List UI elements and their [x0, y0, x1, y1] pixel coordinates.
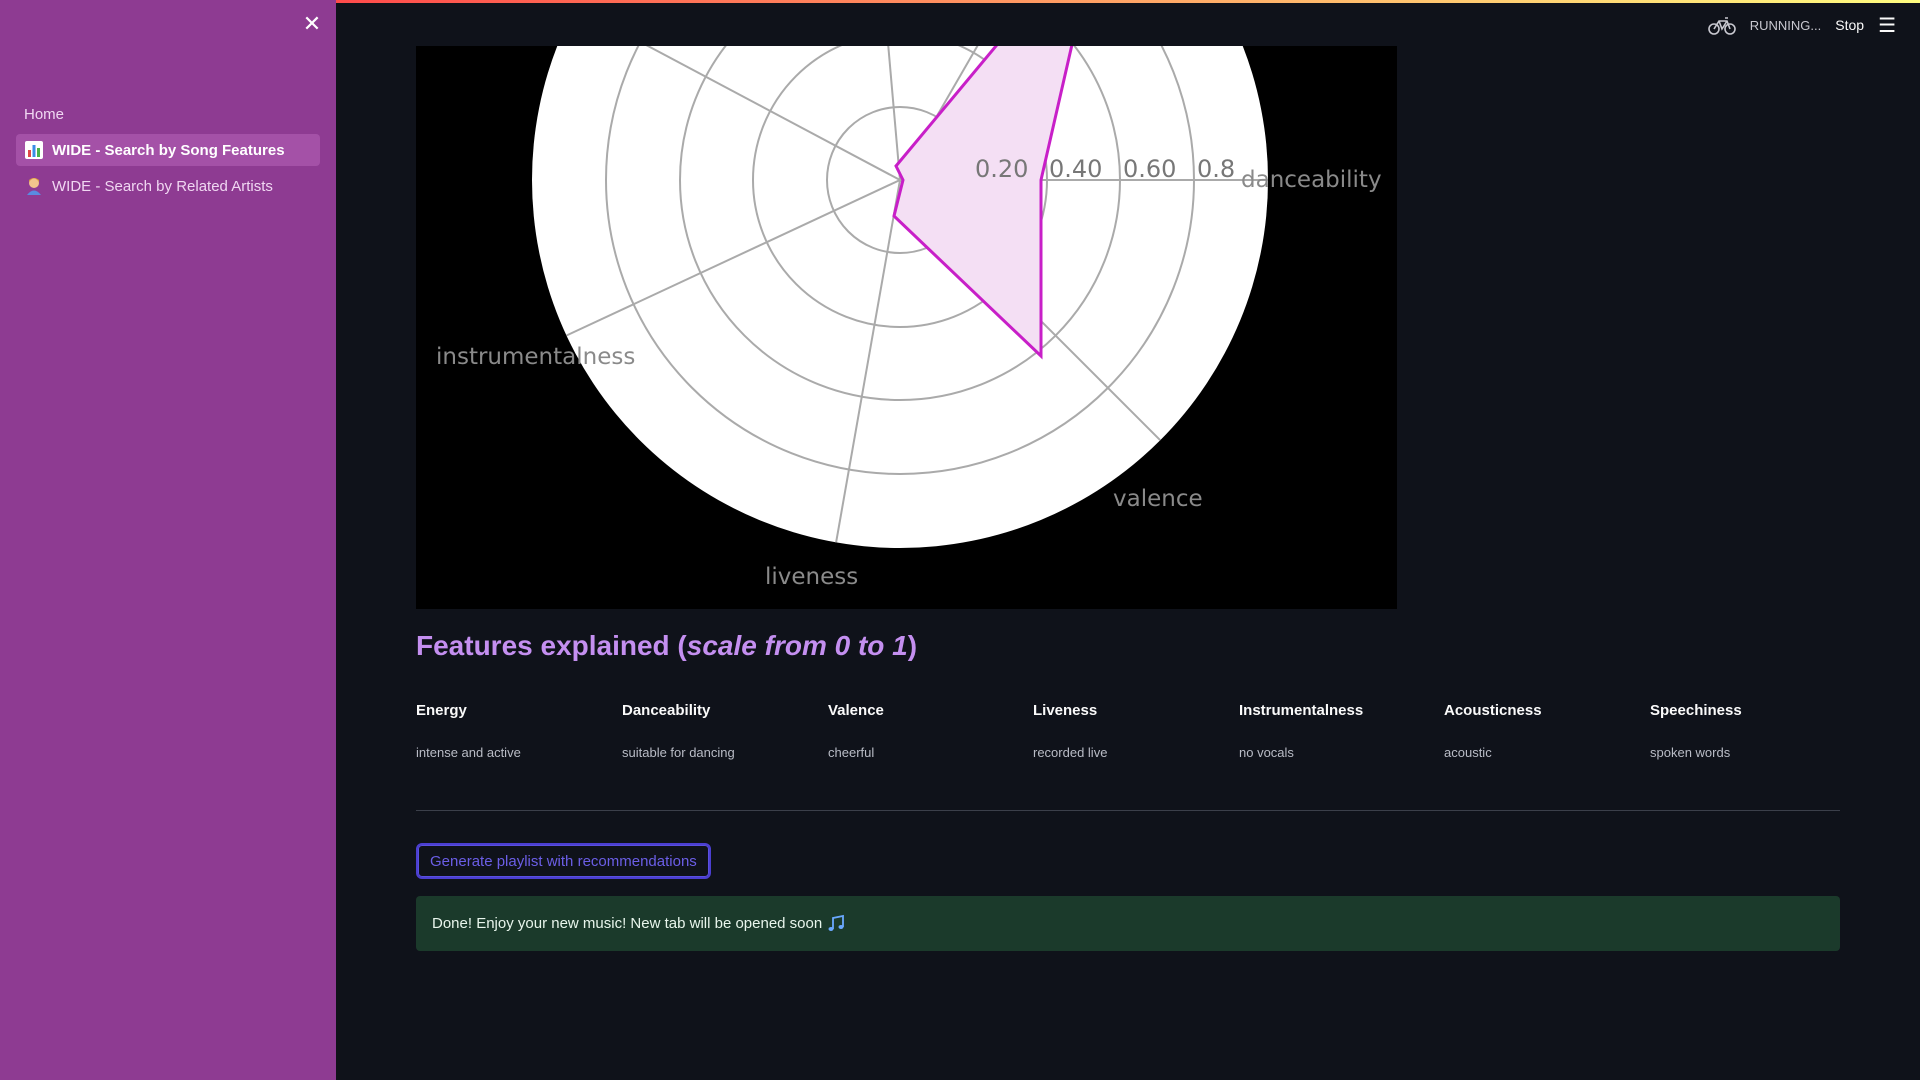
bicycle-icon	[1707, 17, 1736, 35]
feature-desc: intense and active	[416, 745, 521, 760]
feature-instrumentalness: Instrumentalness no vocals	[1239, 702, 1429, 760]
artist-icon	[27, 178, 41, 195]
feature-desc: recorded live	[1033, 745, 1108, 760]
radial-tick-label: 0.60	[1123, 155, 1176, 183]
feature-desc: no vocals	[1239, 745, 1294, 760]
hamburger-menu-icon[interactable]: ☰	[1878, 13, 1896, 38]
feature-desc: cheerful	[828, 745, 875, 760]
generate-playlist-button[interactable]: Generate playlist with recommendations	[416, 843, 711, 879]
sidebar: ✕ Home WIDE - Search by Song Features WI…	[0, 0, 336, 1080]
feature-desc: spoken words	[1650, 745, 1731, 760]
axis-label-valence: valence	[1113, 486, 1203, 512]
radial-tick-label: 0.8	[1197, 155, 1235, 183]
axis-label-danceability: danceability	[1241, 167, 1382, 193]
sidebar-item-related-artists[interactable]: WIDE - Search by Related Artists	[16, 170, 320, 202]
close-sidebar-button[interactable]: ✕	[300, 12, 324, 36]
bar-chart-icon	[25, 141, 43, 159]
sidebar-item-label: WIDE - Search by Song Features	[52, 141, 285, 159]
feature-valence: Valence cheerful	[828, 702, 1018, 760]
radar-chart-svg: 0.20 0.40 0.60 0.8 danceability valence …	[436, 46, 1382, 590]
radial-tick-label: 0.40	[1049, 155, 1102, 183]
feature-name: Valence	[828, 702, 884, 719]
feature-name: Acousticness	[1444, 702, 1542, 719]
feature-name: Danceability	[622, 702, 711, 719]
polar-background	[532, 46, 1268, 548]
radial-tick-label: 0.20	[975, 155, 1028, 183]
radar-chart: 0.20 0.40 0.60 0.8 danceability valence …	[416, 46, 1397, 609]
status-text: RUNNING...	[1749, 17, 1822, 33]
feature-acousticness: Acousticness acoustic	[1444, 702, 1634, 760]
sidebar-item-label: Home	[24, 105, 65, 123]
divider	[416, 810, 1840, 811]
stop-button[interactable]: Stop	[1835, 17, 1864, 33]
feature-liveness: Liveness recorded live	[1033, 702, 1223, 760]
sidebar-item-song-features[interactable]: WIDE - Search by Song Features	[16, 134, 320, 166]
feature-speechiness: Speechiness spoken words	[1650, 702, 1840, 760]
features-title: Features explained (scale from 0 to 1)	[416, 630, 917, 662]
axis-label-liveness: liveness	[765, 564, 858, 590]
feature-desc: acoustic	[1444, 745, 1492, 760]
success-alert: Done! Enjoy your new music! New tab will…	[416, 896, 1840, 951]
feature-name: Energy	[416, 702, 467, 719]
feature-desc: suitable for dancing	[622, 745, 735, 760]
features-title-suffix: )	[907, 630, 918, 661]
success-text: Done! Enjoy your new music! New tab will…	[432, 915, 823, 932]
top-decoration-bar	[336, 0, 1920, 3]
features-title-italic: scale from 0 to 1	[686, 630, 908, 661]
sidebar-item-home[interactable]: Home	[16, 98, 320, 130]
music-notes-icon	[828, 914, 845, 931]
feature-name: Instrumentalness	[1239, 702, 1364, 719]
feature-energy: Energy intense and active	[416, 702, 606, 760]
sidebar-item-label: WIDE - Search by Related Artists	[52, 177, 273, 195]
feature-danceability: Danceability suitable for dancing	[622, 702, 812, 760]
axis-label-instrumentalness: instrumentalness	[436, 344, 635, 370]
feature-name: Speechiness	[1650, 702, 1742, 719]
feature-name: Liveness	[1033, 702, 1098, 719]
close-icon: ✕	[302, 11, 322, 36]
status-area: RUNNING... Stop ☰	[1707, 13, 1896, 38]
features-title-prefix: Features explained (	[416, 630, 687, 661]
